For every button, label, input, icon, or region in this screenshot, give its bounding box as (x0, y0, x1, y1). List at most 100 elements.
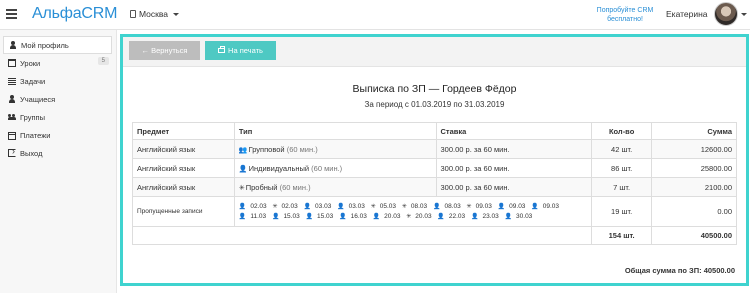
subject-cell: Английский язык (132, 139, 235, 159)
skipped-date[interactable]: 👤 16.03 (339, 213, 367, 220)
user-icon: 👤 (372, 213, 381, 220)
sidebar-item-label: Учащиеся (20, 94, 56, 104)
skipped-date[interactable]: 👤 11.03 (239, 213, 266, 220)
type-cell: ✳Пробный (60 мин.) (233, 177, 437, 197)
user-icon: 👤 (531, 203, 539, 210)
duration-label: (60 мин.) (286, 144, 318, 154)
asterisk-icon: ✳ (406, 213, 412, 220)
chevron-down-icon (173, 12, 180, 16)
skipped-date[interactable]: ✳ 08.03 (402, 203, 427, 210)
skipped-date[interactable]: ✳ 05.03 (371, 203, 396, 210)
grand-total: Общая сумма по ЗП: 40500.00 (624, 266, 735, 275)
skipped-date[interactable]: 👤 09.03 (498, 203, 526, 210)
sidebar-item-logout[interactable]: Выход (3, 144, 112, 162)
skipped-date[interactable]: 👤 15.03 (272, 213, 300, 220)
sidebar-item-label: Группы (20, 112, 45, 122)
duration-label: (60 мин.) (279, 182, 311, 192)
type-label: Групповой (248, 144, 285, 154)
toolbar: ← Вернуться На печать (123, 37, 746, 67)
user-icon (9, 41, 17, 49)
skipped-dates-line1: 👤 02.03 ✳ 02.03 👤 03.03 👤 03.03 ✳ 05.03 ✳ 08.0… (239, 202, 587, 212)
user-icon: 👤 (437, 213, 445, 220)
table-header-row: Предмет Тип Ставка Кол-во Сумма (132, 122, 737, 140)
sum-cell: 25800.00 (651, 158, 737, 178)
skipped-dates-cell: 👤 02.03 ✳ 02.03 👤 03.03 👤 03.03 ✳ 05.03 ✳ 08.0… (233, 196, 593, 227)
skipped-date[interactable]: ✳ 02.03 (272, 203, 297, 210)
sidebar-item-payments[interactable]: Платежи (3, 126, 112, 144)
type-cell: 👤Индивидуальный (60 мин.) (233, 158, 437, 178)
sidebar-item-lessons[interactable]: Уроки 5 (3, 54, 112, 72)
user-icon: 👤 (497, 203, 506, 210)
asterisk-icon: ✳ (466, 203, 472, 210)
skipped-dates-line2: 👤 11.03 👤 15.03 👤 15.03 👤 16.03 👤 20.03 ✳ 20.0… (239, 212, 587, 222)
top-bar: АльфаCRM Москва Попробуйте CRM бесплатно… (0, 0, 750, 30)
skipped-date[interactable]: 👤 08.03 (433, 203, 461, 210)
user-icon: 👤 (504, 213, 513, 220)
subject-cell: Английский язык (132, 158, 235, 178)
user-name[interactable]: Екатерина (666, 9, 708, 19)
user-icon: 👤 (337, 203, 345, 210)
skipped-date[interactable]: 👤 23.03 (471, 213, 499, 220)
total-sum-cell: 40500.00 (651, 226, 737, 245)
group-icon: 👥 (238, 146, 248, 154)
asterisk-icon: ✳ (238, 184, 245, 192)
skipped-date[interactable]: ✳ 09.03 (467, 203, 492, 210)
chevron-down-icon[interactable] (741, 13, 747, 16)
app-logo[interactable]: АльфаCRM (32, 5, 117, 23)
printer-icon (218, 46, 226, 53)
sidebar-item-label: Выход (20, 148, 43, 158)
sidebar-item-students[interactable]: Учащиеся (3, 90, 112, 108)
table-row: Пропущенные записи 👤 02.03 ✳ 02.03 👤 03.03 … (132, 196, 737, 227)
asterisk-icon: ✳ (272, 203, 278, 210)
skipped-date[interactable]: 👤 03.03 (337, 203, 365, 210)
skipped-date[interactable]: 👤 03.03 (304, 203, 332, 210)
user-icon: 👤 (238, 165, 248, 173)
type-label: Пробный (245, 182, 278, 192)
sidebar-item-tasks[interactable]: Задачи (3, 72, 112, 90)
sidebar-item-label: Платежи (20, 130, 51, 140)
count-cell: 7 шт. (591, 177, 653, 197)
skipped-date[interactable]: ✳ 20.03 (406, 213, 431, 220)
menu-icon[interactable] (6, 9, 17, 19)
skipped-date[interactable]: 👤 30.03 (505, 213, 533, 220)
report-title: Выписка по ЗП — Гордеев Фёдор (352, 83, 517, 95)
sum-cell: 2100.00 (651, 177, 737, 197)
column-header: Ставка (435, 122, 593, 140)
table-row: Английский язык 👤Индивидуальный (60 мин.… (132, 158, 737, 178)
skipped-date[interactable]: 👤 22.03 (437, 213, 465, 220)
sum-cell: 0.00 (651, 196, 737, 227)
back-button-label: ← Вернуться (141, 46, 188, 55)
city-selector[interactable]: Москва (130, 9, 180, 19)
payment-icon (8, 131, 16, 140)
asterisk-icon: ✳ (370, 203, 376, 210)
total-spacer (131, 226, 593, 245)
city-label: Москва (139, 9, 169, 19)
total-count-cell: 154 шт. (591, 226, 653, 245)
exit-icon (8, 146, 16, 157)
user-icon: 👤 (432, 203, 441, 210)
user-icon: 👤 (339, 213, 347, 220)
user-icon: 👤 (238, 203, 247, 210)
sidebar-item-label: Мой профиль (21, 40, 69, 50)
skipped-date[interactable]: 👤 02.03 (239, 203, 267, 210)
table-row: Английский язык ✳Пробный (60 мин.) 300.0… (132, 177, 737, 197)
sidebar-item-groups[interactable]: Группы (3, 108, 112, 126)
sidebar: Мой профиль Уроки 5 Задачи Учащиеся Груп… (0, 30, 117, 293)
back-button[interactable]: ← Вернуться (129, 41, 200, 60)
building-icon (130, 10, 136, 18)
avatar[interactable] (714, 2, 738, 26)
table-row: Английский язык 👥Групповой (60 мин.) 300… (132, 139, 737, 159)
salary-table: Предмет Тип Ставка Кол-во Сумма Английск… (131, 122, 737, 245)
report-panel: ← Вернуться На печать Выписка по ЗП — Го… (120, 34, 749, 286)
type-label: Индивидуальный (248, 163, 310, 173)
print-button[interactable]: На печать (205, 41, 276, 60)
skipped-date[interactable]: 👤 15.03 (306, 213, 334, 220)
lessons-count-badge: 5 (97, 57, 109, 65)
skipped-date[interactable]: 👤 09.03 (531, 203, 559, 210)
sidebar-item-profile[interactable]: Мой профиль (3, 36, 112, 54)
user-icon: 👤 (238, 213, 247, 220)
type-cell: 👥Групповой (60 мин.) (233, 139, 437, 159)
rate-cell: 300.00 р. за 60 мин. (435, 158, 593, 178)
promo-link[interactable]: Попробуйте CRM бесплатно! (590, 6, 660, 24)
skipped-date[interactable]: 👤 20.03 (373, 213, 401, 220)
